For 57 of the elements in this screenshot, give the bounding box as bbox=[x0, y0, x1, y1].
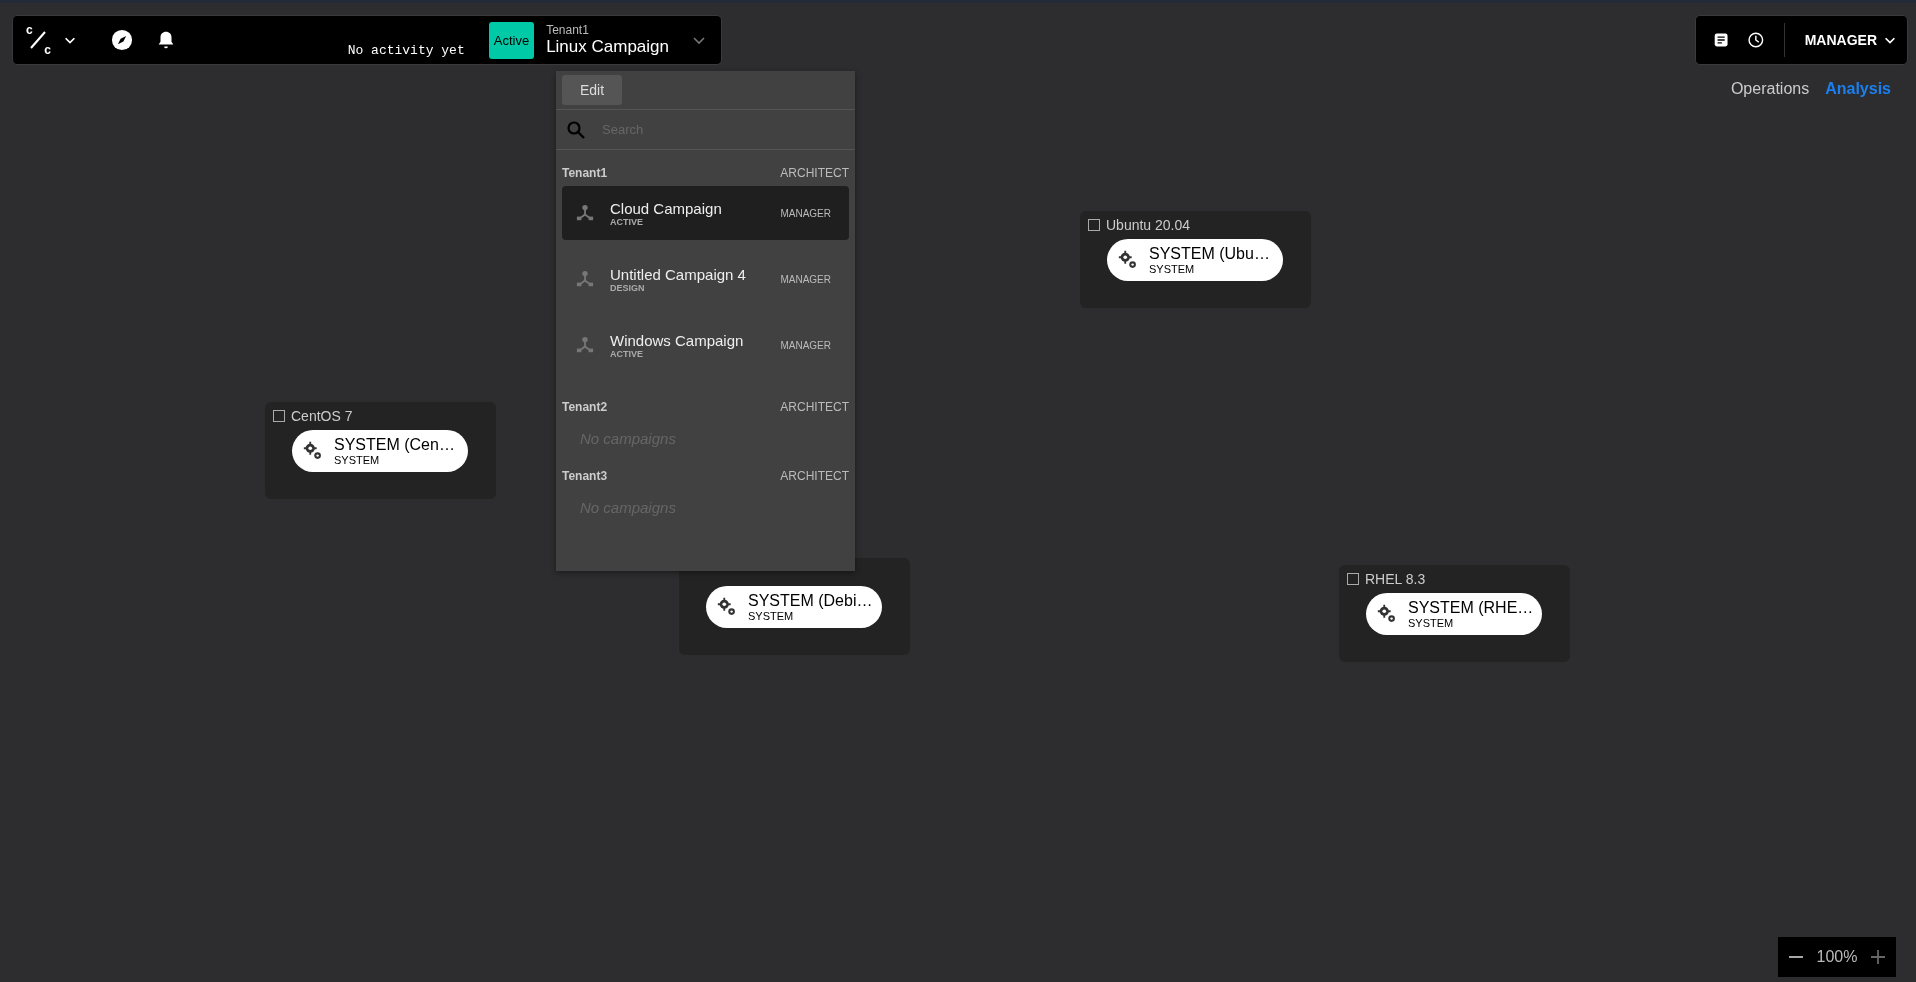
campaign-name: Untitled Campaign 4 bbox=[610, 265, 747, 283]
campaign-role: MANAGER bbox=[780, 339, 831, 351]
host-node[interactable]: CentOS 7 SYSTEM (Cen… SYSTEM bbox=[265, 402, 496, 499]
tenant-label: Tenant1 bbox=[546, 23, 590, 37]
service-name: SYSTEM (Cen… bbox=[334, 436, 455, 454]
service-name: SYSTEM (RHE… bbox=[1408, 599, 1534, 617]
campaign-name: Windows Campaign bbox=[610, 331, 745, 349]
activity-status: No activity yet bbox=[347, 43, 465, 58]
tenant-name: Tenant2 bbox=[562, 400, 608, 414]
network-icon bbox=[576, 204, 594, 222]
campaign-status: DESIGN bbox=[610, 282, 646, 293]
campaign-role: MANAGER bbox=[780, 207, 831, 219]
plus-icon[interactable] bbox=[1870, 949, 1886, 965]
zoom-level: 100% bbox=[1816, 948, 1858, 966]
campaign-item[interactable]: Windows Campaign ACTIVE MANAGER bbox=[562, 318, 849, 372]
gears-icon bbox=[716, 596, 738, 618]
service-type: SYSTEM bbox=[334, 453, 381, 466]
gears-icon bbox=[302, 440, 324, 462]
campaign-name: Cloud Campaign bbox=[610, 199, 723, 217]
campaign-name[interactable]: Linux Campaign bbox=[546, 37, 669, 57]
campaign-item[interactable]: Untitled Campaign 4 DESIGN MANAGER bbox=[562, 252, 849, 306]
node-title: CentOS 7 bbox=[291, 407, 353, 424]
host-node[interactable]: Ubuntu 20.04 SYSTEM (Ubu… SYSTEM bbox=[1080, 211, 1311, 308]
service-type: SYSTEM bbox=[1408, 616, 1455, 629]
status-badge: Active bbox=[488, 21, 535, 59]
tenant-role: ARCHITECT bbox=[780, 166, 849, 180]
node-title: Ubuntu 20.04 bbox=[1106, 216, 1191, 233]
network-icon bbox=[576, 270, 594, 288]
node-checkbox[interactable] bbox=[273, 409, 285, 422]
node-checkbox[interactable] bbox=[1088, 218, 1100, 231]
campaign-status: ACTIVE bbox=[610, 348, 644, 359]
service-pill[interactable]: SYSTEM (RHE… SYSTEM bbox=[1366, 593, 1542, 635]
service-pill[interactable]: SYSTEM (Ubu… SYSTEM bbox=[1107, 239, 1283, 281]
edit-button[interactable]: Edit bbox=[562, 75, 623, 105]
host-node[interactable]: RHEL 8.3 SYSTEM (RHE… SYSTEM bbox=[1339, 565, 1570, 662]
campaign-status: ACTIVE bbox=[610, 216, 644, 227]
service-type: SYSTEM bbox=[1149, 262, 1196, 275]
node-title: RHEL 8.3 bbox=[1365, 570, 1426, 587]
view-tab[interactable]: Operations bbox=[1730, 80, 1810, 98]
service-pill[interactable]: SYSTEM (Debi… SYSTEM bbox=[706, 586, 882, 628]
tenant-name: Tenant3 bbox=[562, 469, 608, 483]
role-menu-button[interactable]: MANAGER bbox=[1804, 28, 1897, 52]
search-icon bbox=[566, 119, 586, 140]
service-type: SYSTEM bbox=[748, 609, 795, 622]
campaign-role: MANAGER bbox=[780, 273, 831, 285]
service-pill[interactable]: SYSTEM (Cen… SYSTEM bbox=[292, 430, 468, 472]
gears-icon bbox=[1376, 603, 1398, 625]
compass-icon[interactable] bbox=[111, 29, 133, 51]
tenant-role: ARCHITECT bbox=[780, 469, 849, 483]
gears-icon bbox=[1117, 249, 1139, 271]
service-name: SYSTEM (Ubu… bbox=[1149, 245, 1270, 263]
service-name: SYSTEM (Debi… bbox=[748, 592, 873, 610]
tenant-name: Tenant1 bbox=[562, 166, 608, 180]
tenant-role: ARCHITECT bbox=[780, 400, 849, 414]
network-icon bbox=[576, 336, 594, 354]
campaign-item[interactable]: Cloud Campaign ACTIVE MANAGER bbox=[562, 186, 849, 240]
node-checkbox[interactable] bbox=[1347, 572, 1359, 585]
